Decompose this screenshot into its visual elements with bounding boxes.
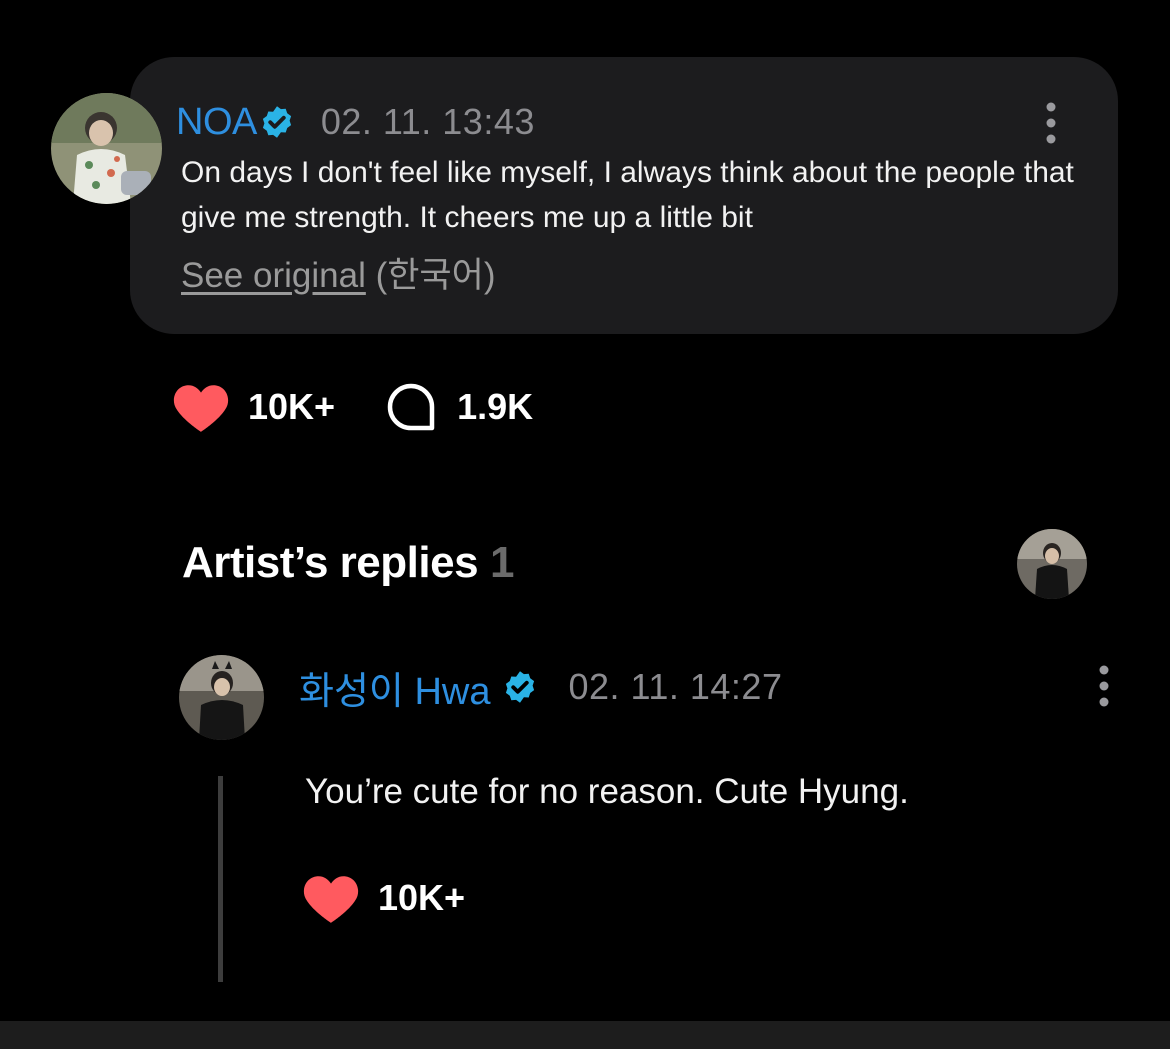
see-original-link[interactable]: See original [181,256,366,295]
post-timestamp: 02. 11. 13:43 [320,101,535,142]
post-comment-count: 1.9K [457,386,534,427]
reply-author-avatar[interactable] [179,655,264,740]
reply-more-icon[interactable] [1097,664,1111,708]
post-like-count: 10K+ [248,386,336,427]
reply-header: 화성이 Hwa 02. 11. 14:27 [299,660,783,715]
bottom-bar [0,1021,1170,1049]
heart-icon[interactable] [302,872,360,924]
reply-thread-line [218,776,223,982]
reply-like-count: 10K+ [378,877,466,918]
post-header: NOA 02. 11. 13:43 [176,98,535,146]
original-language-label: (한국어) [375,256,496,295]
reply-text: You’re cute for no reason. Cute Hyung. [305,772,909,811]
artist-replies-header: Artist’s replies 1 [182,538,515,588]
comment-bubble-icon[interactable] [385,381,437,433]
post-author-name[interactable]: NOA [176,101,257,144]
heart-icon[interactable] [172,381,230,433]
post-text: On days I don't feel like myself, I alwa… [181,156,1074,234]
reply-author-name[interactable]: 화성이 Hwa [299,660,490,715]
post-author-avatar[interactable] [51,93,162,204]
post-stats: 10K+ 1.9K [172,380,533,434]
artist-replies-title: Artist’s replies [182,538,479,587]
artist-avatar-thumbnail[interactable] [1017,529,1087,599]
reply-stats: 10K+ [302,870,465,926]
verified-badge-icon [502,669,538,705]
verified-badge-icon [259,104,295,140]
post-more-icon[interactable] [1044,101,1058,145]
artist-replies-count: 1 [490,538,515,587]
reply-timestamp: 02. 11. 14:27 [568,666,783,707]
see-original-row: See original (한국어) [181,247,496,298]
